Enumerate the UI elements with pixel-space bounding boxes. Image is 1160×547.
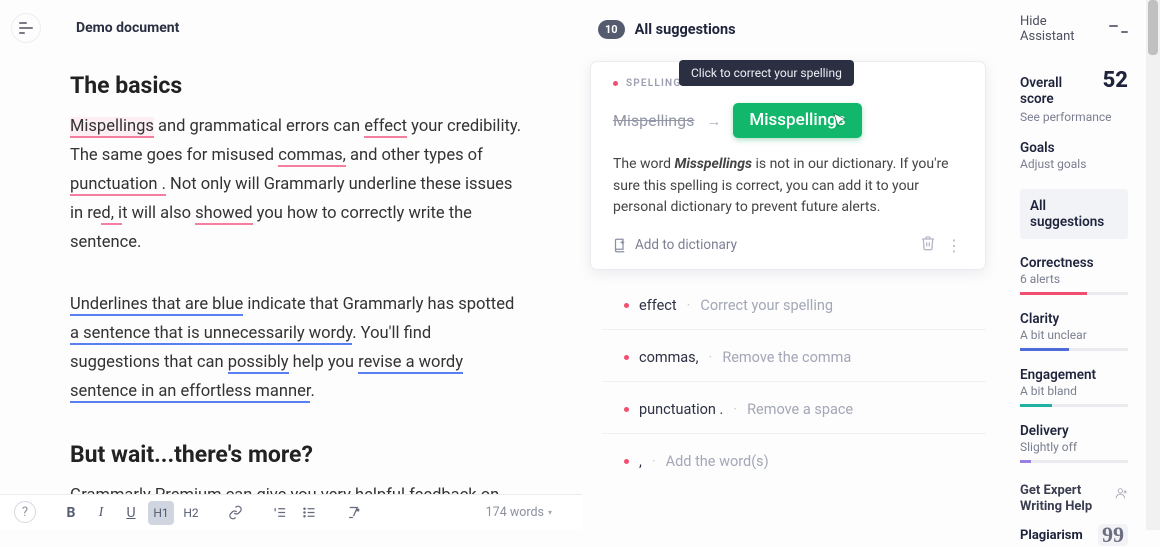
word-count[interactable]: 174 words▾ — [486, 505, 552, 520]
arrow-icon: → — [706, 112, 721, 130]
suggestion-count-pill: 10 — [598, 20, 625, 39]
suggestion-term: punctuation . — [639, 401, 723, 418]
bar-correctness — [1020, 292, 1128, 295]
suggestion-explanation: The word Misspellings is not in our dict… — [613, 154, 963, 219]
issue-showed[interactable]: showed — [195, 204, 252, 225]
trash-icon[interactable] — [920, 235, 936, 255]
apply-correction-button[interactable]: Misspellings — [733, 103, 861, 138]
paragraph-1[interactable]: Mispellings and grammatical errors can e… — [70, 113, 522, 257]
suggestions-title: All suggestions — [635, 21, 736, 38]
menu-icon[interactable] — [12, 14, 40, 42]
bullet-list-button[interactable] — [296, 501, 322, 525]
italic-button[interactable]: I — [88, 501, 114, 525]
dot-icon — [624, 303, 629, 308]
editor-body[interactable]: The basics Mispellings and grammatical e… — [0, 52, 582, 530]
heading-more: But wait...there's more? — [70, 441, 522, 468]
metric-correctness[interactable]: Correctness 6 alerts — [1020, 255, 1128, 295]
dot-icon — [624, 355, 629, 360]
clarity-2[interactable]: a sentence that is unnecessarily wordy — [70, 324, 352, 345]
issue-effect[interactable]: effect — [364, 117, 407, 138]
suggestion-card[interactable]: SPELLING Click to correct your spelling … — [590, 61, 986, 270]
overall-score-label: Overall score — [1020, 75, 1093, 107]
scrollbar[interactable] — [1146, 0, 1160, 530]
suggestion-row[interactable]: punctuation .·Remove a space — [602, 386, 986, 434]
help-icon[interactable]: ? — [14, 501, 36, 523]
person-plus-icon — [1115, 483, 1128, 503]
suggestion-hint: Remove a space — [747, 401, 853, 418]
suggestion-term: effect — [639, 297, 677, 314]
h2-button[interactable]: H2 — [178, 501, 204, 525]
more-icon[interactable]: ⋮ — [946, 236, 963, 255]
suggestion-hint: Correct your spelling — [700, 297, 833, 314]
document-title[interactable]: Demo document — [76, 20, 179, 36]
plagiarism-button[interactable]: Plagiarism 99 — [1020, 524, 1128, 546]
overall-score-value: 52 — [1103, 68, 1128, 93]
sidebar-all-suggestions[interactable]: All suggestions — [1020, 189, 1128, 239]
add-to-dictionary-button[interactable]: Add to dictionary — [613, 237, 737, 253]
underline-button[interactable]: U — [118, 501, 144, 525]
issue-red-it[interactable]: d, i — [101, 204, 122, 225]
expert-help-button[interactable]: Get Expert Writing Help — [1020, 483, 1128, 514]
dot-icon — [624, 407, 629, 412]
suggestion-row[interactable]: effect·Correct your spelling — [602, 282, 986, 330]
issue-mispellings[interactable]: Mispellings — [70, 117, 154, 138]
issue-commas[interactable]: commas, — [278, 146, 346, 167]
numbered-list-button[interactable] — [266, 501, 292, 525]
bar-delivery — [1020, 460, 1128, 463]
suggestion-term: , — [639, 453, 642, 470]
suggestion-hint: Add the word(s) — [666, 453, 769, 470]
hide-assistant-button[interactable]: Hide Assistant — [1020, 14, 1128, 44]
cursor-icon — [831, 112, 848, 129]
book-plus-icon — [613, 238, 628, 253]
bold-button[interactable]: B — [58, 501, 84, 525]
suggestion-row[interactable]: commas,·Remove the comma — [602, 334, 986, 382]
collapse-icon — [1109, 22, 1128, 36]
suggestion-hint: Remove the comma — [722, 349, 851, 366]
metric-delivery[interactable]: Delivery Slightly off — [1020, 423, 1128, 463]
goals-label: Goals — [1020, 140, 1128, 156]
paragraph-2[interactable]: Underlines that are blue indicate that G… — [70, 291, 522, 407]
clear-format-button[interactable] — [340, 501, 366, 525]
bar-clarity — [1020, 348, 1128, 351]
wrong-word: Mispellings — [613, 111, 694, 130]
suggestion-term: commas, — [639, 349, 699, 366]
see-performance-link[interactable]: See performance — [1020, 110, 1128, 124]
dot-icon — [613, 81, 618, 86]
correction-tooltip: Click to correct your spelling — [679, 60, 854, 86]
quote-icon: 99 — [1098, 524, 1128, 546]
issue-punctuation[interactable]: punctuation . — [70, 175, 166, 196]
h1-button[interactable]: H1 — [148, 501, 174, 525]
link-button[interactable] — [222, 501, 248, 525]
adjust-goals-link[interactable]: Adjust goals — [1020, 157, 1128, 171]
metric-engagement[interactable]: Engagement A bit bland — [1020, 367, 1128, 407]
clarity-3[interactable]: possibly — [228, 353, 289, 374]
metric-clarity[interactable]: Clarity A bit unclear — [1020, 311, 1128, 351]
bar-engagement — [1020, 404, 1128, 407]
clarity-1[interactable]: Underlines that are blue — [70, 295, 243, 316]
dot-icon — [624, 459, 629, 464]
suggestion-category: SPELLING — [626, 78, 681, 89]
suggestion-row[interactable]: ,·Add the word(s) — [602, 438, 986, 485]
heading-basics: The basics — [70, 72, 522, 99]
